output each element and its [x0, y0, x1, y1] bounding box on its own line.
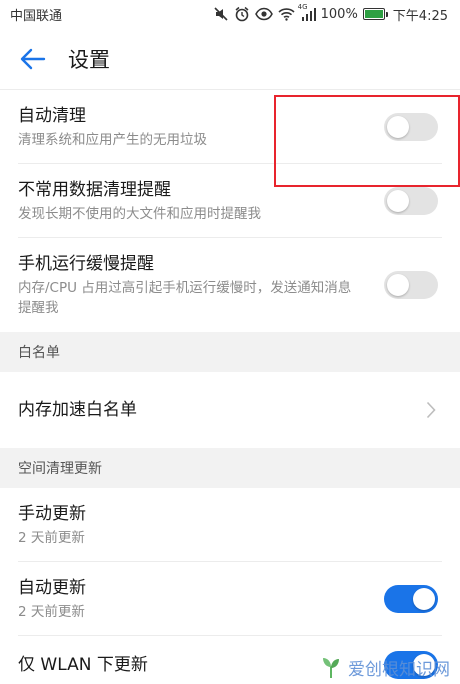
app-bar: 设置: [0, 28, 460, 90]
wifi-icon: [278, 6, 295, 22]
status-bar: 中国联通 4G 100% 下午4:25: [0, 0, 460, 28]
auto-clean-toggle[interactable]: [384, 113, 438, 141]
row-subtitle: 2 天前更新: [18, 604, 85, 620]
watermark-text: 爱创根知识网: [348, 659, 450, 680]
row-memory-whitelist[interactable]: 内存加速白名单: [0, 372, 460, 448]
row-uncommon-reminder[interactable]: 不常用数据清理提醒 发现长期不使用的大文件和应用时提醒我: [0, 164, 460, 238]
battery-icon: [362, 8, 388, 20]
network-type-label: 4G: [297, 3, 308, 11]
page-title: 设置: [68, 47, 110, 72]
row-title: 手机运行缓慢提醒: [18, 254, 154, 274]
row-manual-update[interactable]: 手动更新 2 天前更新: [0, 488, 460, 562]
row-title: 手动更新: [18, 504, 86, 524]
sprout-logo-icon: [318, 654, 344, 680]
alarm-icon: [234, 6, 250, 22]
row-subtitle: 2 天前更新: [18, 530, 85, 546]
section-header-whitelist: 白名单: [0, 332, 460, 372]
battery-percent: 100%: [320, 6, 358, 22]
clock: 下午4:25: [392, 8, 448, 24]
row-title: 内存加速白名单: [18, 400, 137, 420]
row-slow-reminder[interactable]: 手机运行缓慢提醒 内存/CPU 占用过高引起手机运行缓慢时，发送通知消息提醒我: [0, 238, 460, 332]
chevron-right-icon: [424, 400, 438, 420]
mute-icon: [213, 6, 229, 22]
row-subtitle: 内存/CPU 占用过高引起手机运行缓慢时，发送通知消息提醒我: [18, 280, 352, 316]
watermark: 爱创根知识网: [318, 654, 450, 680]
row-auto-update[interactable]: 自动更新 2 天前更新: [0, 562, 460, 636]
row-auto-clean[interactable]: 自动清理 清理系统和应用产生的无用垃圾: [0, 90, 460, 164]
eye-comfort-icon: [254, 6, 273, 22]
row-subtitle: 发现长期不使用的大文件和应用时提醒我: [18, 206, 261, 222]
row-title: 自动更新: [18, 578, 86, 598]
arrow-left-icon[interactable]: [18, 44, 48, 74]
row-title: 不常用数据清理提醒: [18, 180, 171, 200]
uncommon-reminder-toggle[interactable]: [384, 187, 438, 215]
auto-update-toggle[interactable]: [384, 585, 438, 613]
row-subtitle: 清理系统和应用产生的无用垃圾: [18, 132, 207, 148]
carrier-label: 中国联通: [10, 8, 63, 24]
slow-reminder-toggle[interactable]: [384, 271, 438, 299]
section-header-space-clean-update: 空间清理更新: [0, 448, 460, 488]
row-title: 自动清理: [18, 106, 86, 126]
status-icons: 4G 100% 下午4:25: [213, 3, 448, 24]
cell-signal-icon: 4G: [297, 3, 316, 22]
row-title: 仅 WLAN 下更新: [18, 655, 148, 675]
